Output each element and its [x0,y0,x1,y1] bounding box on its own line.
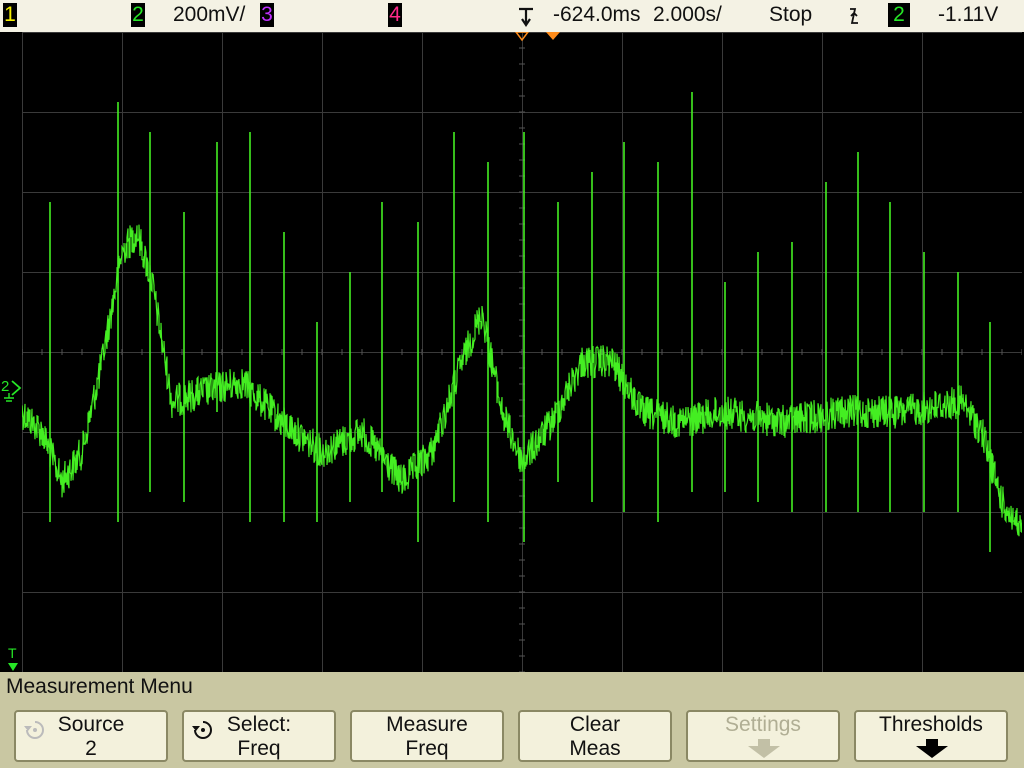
down-arrow-icon [916,739,948,758]
menu-title: Measurement Menu [6,675,193,698]
softkey-label: Measure [386,713,468,736]
run-state: Stop [769,3,813,26]
channel-4-indicator[interactable]: 4 [388,3,402,27]
channel-2-ground-marker[interactable]: 2 [0,377,22,403]
falling-edge-trigger-icon [850,8,858,24]
ground-marker-label: 2 [1,378,10,395]
softkey-label: Select: [226,713,292,736]
softkey-label: Thresholds [879,713,983,736]
softkey-value: Meas [569,737,621,760]
softkey-value: 2 [85,737,97,760]
measure-softkey[interactable]: Measure Freq [350,710,504,762]
waveform-trace [22,92,1022,552]
trigger-position-icon [519,7,533,27]
channel-2-indicator[interactable]: 2 [131,3,145,27]
time-delay: -624.0ms [553,3,641,26]
trigger-markers [515,32,560,42]
softkey-label: Source [57,713,125,736]
thresholds-softkey[interactable]: Thresholds [854,710,1008,762]
softkey-label: Clear [569,713,621,736]
channel-1-indicator[interactable]: 1 [3,3,17,27]
select-softkey[interactable]: Select: Freq [182,710,336,762]
down-arrow-icon [748,739,780,758]
channel-2-scale: 200mV/ [173,3,246,26]
trigger-source-indicator: 2 [888,3,910,27]
settings-softkey[interactable]: Settings [686,710,840,762]
source-softkey[interactable]: Source 2 [14,710,168,762]
softkey-value: Freq [237,737,281,760]
time-per-div: 2.000s/ [653,3,722,26]
trigger-level-marker[interactable]: T [4,645,22,673]
softkey-value: Freq [405,737,449,760]
trigger-level: -1.11V [938,3,999,26]
status-bar: 1 2 200mV/ 3 4 -624.0ms 2.000s/ Stop 2 -… [0,0,1024,32]
trigger-position-marker [515,32,529,42]
delay-marker [546,32,560,40]
clear-meas-softkey[interactable]: Clear Meas [518,710,672,762]
trigger-marker-label: T [8,645,17,661]
softkey-label: Settings [725,713,801,736]
channel-3-indicator[interactable]: 3 [260,3,274,27]
waveform-display[interactable] [22,32,1022,672]
